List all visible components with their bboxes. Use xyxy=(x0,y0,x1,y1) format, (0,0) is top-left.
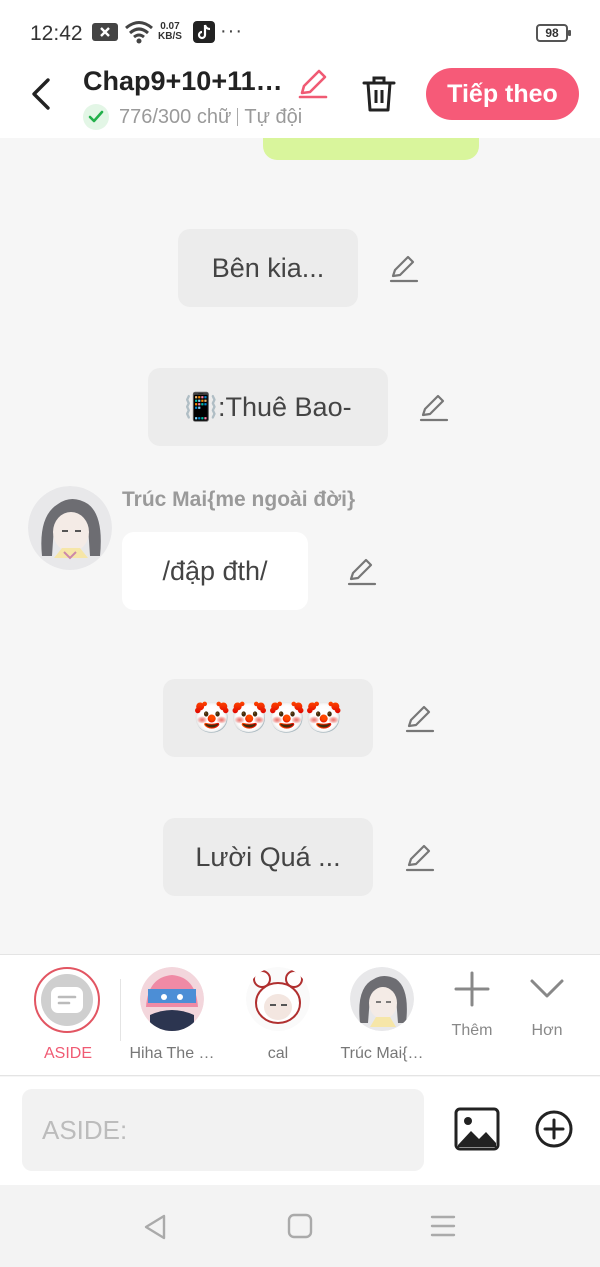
plus-circle-icon xyxy=(535,1110,573,1148)
system-nav-bar xyxy=(0,1185,600,1267)
avatar xyxy=(246,967,310,1031)
character-name: Trúc Mai{… xyxy=(340,1045,424,1062)
message-input[interactable] xyxy=(22,1089,424,1171)
network-speed: 0.07 KB/S xyxy=(158,21,182,42)
input-bar xyxy=(0,1077,600,1185)
add-character-button[interactable]: Thêm xyxy=(437,971,507,1040)
avatar xyxy=(140,967,204,1031)
notification-icon xyxy=(92,22,118,47)
pencil-icon xyxy=(389,255,419,283)
character-name: Hiha The … xyxy=(129,1045,215,1062)
divider xyxy=(120,979,121,1041)
pencil-icon xyxy=(405,705,435,733)
pencil-icon xyxy=(298,69,328,99)
next-button[interactable]: Tiếp theo xyxy=(426,68,579,120)
aside-icon xyxy=(41,974,93,1026)
speaker-name: Trúc Mai{me ngoài đời} xyxy=(122,488,356,511)
message-bubble[interactable]: 📳:Thuê Bao- xyxy=(148,368,388,446)
add-label: Thêm xyxy=(451,1022,493,1039)
avatar xyxy=(350,967,414,1031)
chapter-status: 776/300 chữ Tự đội xyxy=(83,102,302,132)
message-bubble[interactable]: Lười Quá ... xyxy=(163,818,373,896)
mode-label: Tự đội xyxy=(244,105,303,128)
pencil-icon xyxy=(347,558,377,586)
square-home-icon xyxy=(287,1213,313,1239)
pencil-icon xyxy=(405,844,435,872)
menu-icon xyxy=(430,1215,456,1237)
word-count: 776/300 chữ xyxy=(119,105,232,128)
add-button[interactable] xyxy=(534,1109,574,1154)
chevron-down-icon xyxy=(530,979,564,998)
character-bar: ASIDE Hiha The … cal Trúc Mai{… Thêm Hơn xyxy=(0,954,600,1076)
check-icon xyxy=(83,104,109,130)
chat-area[interactable]: Bên kia... 📳:Thuê Bao- Trúc Mai{me ngoài… xyxy=(0,138,600,954)
image-icon xyxy=(454,1107,500,1151)
character-name: cal xyxy=(267,1045,289,1062)
battery-indicator: 98 xyxy=(536,24,571,42)
aside-label: ASIDE xyxy=(43,1045,92,1062)
delete-button[interactable] xyxy=(360,74,398,119)
chevron-left-icon xyxy=(32,78,50,110)
wifi-icon xyxy=(124,20,154,49)
chapter-title[interactable]: Chap9+10+11… xyxy=(83,66,283,97)
nav-menu-button[interactable] xyxy=(430,1213,456,1244)
nav-home-button[interactable] xyxy=(287,1213,313,1244)
plus-icon xyxy=(454,971,490,1007)
edit-message-button[interactable] xyxy=(404,704,436,739)
message-bubble[interactable]: Bên kia... xyxy=(178,229,358,307)
nav-back-button[interactable] xyxy=(142,1213,168,1246)
message-bubble[interactable]: 🤡🤡🤡🤡 xyxy=(163,679,373,757)
pencil-icon xyxy=(419,394,449,422)
status-bar: 12:42 0.07 KB/S ··· 98 xyxy=(0,0,600,60)
edit-message-button[interactable] xyxy=(418,393,450,428)
edit-title-button[interactable] xyxy=(296,66,330,105)
status-time: 12:42 xyxy=(30,22,83,45)
more-status-icon: ··· xyxy=(220,20,243,42)
triangle-back-icon xyxy=(144,1214,166,1240)
edit-message-button[interactable] xyxy=(404,843,436,878)
edit-message-button[interactable] xyxy=(346,557,378,592)
aside-character-button[interactable] xyxy=(34,967,100,1033)
tiktok-icon xyxy=(193,21,215,48)
more-characters-button[interactable]: Hơn xyxy=(512,971,582,1040)
message-bubble[interactable]: /đập đth/ xyxy=(122,532,308,610)
message-bubble[interactable] xyxy=(263,138,479,160)
header: Chap9+10+11… 776/300 chữ Tự đội Tiếp the… xyxy=(0,60,600,138)
insert-image-button[interactable] xyxy=(454,1107,500,1156)
trash-icon xyxy=(362,76,396,112)
divider xyxy=(237,108,239,126)
back-button[interactable] xyxy=(24,74,60,114)
edit-message-button[interactable] xyxy=(388,254,420,289)
avatar[interactable] xyxy=(28,486,112,570)
more-label: Hơn xyxy=(531,1022,563,1039)
